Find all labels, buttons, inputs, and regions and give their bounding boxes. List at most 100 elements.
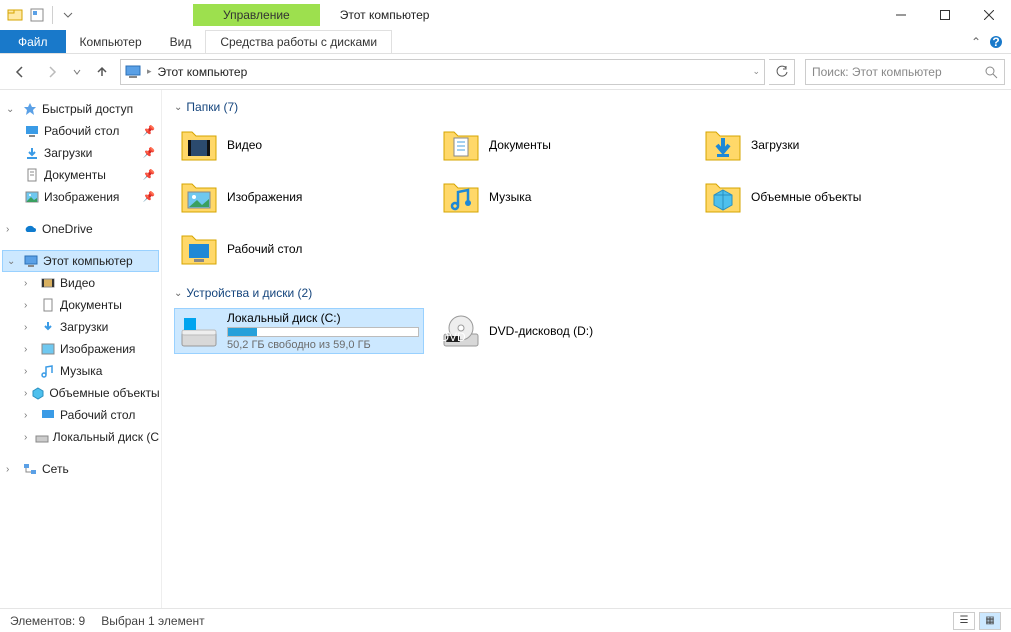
tree-pictures[interactable]: Изображения 📌	[2, 186, 159, 208]
tree-desktop2[interactable]: › Рабочий стол	[2, 404, 159, 426]
status-selected: Выбран 1 элемент	[101, 614, 204, 628]
search-icon[interactable]	[984, 65, 998, 79]
folder-videos[interactable]: Видео	[174, 122, 424, 168]
chevron-right-icon[interactable]: ›	[24, 432, 31, 443]
forward-button[interactable]	[38, 59, 66, 85]
chevron-right-icon[interactable]: ›	[24, 366, 36, 377]
ribbon-collapse-icon[interactable]: ⌃	[971, 35, 981, 49]
chevron-right-icon[interactable]: ›	[6, 224, 18, 235]
chevron-right-icon[interactable]: ›	[24, 388, 27, 399]
properties-icon[interactable]	[28, 6, 46, 24]
download-icon	[24, 145, 40, 161]
maximize-button[interactable]	[923, 0, 967, 30]
tree-label: Рабочий стол	[44, 124, 119, 138]
tab-file-label: Файл	[18, 35, 48, 49]
chevron-right-icon[interactable]: ›	[24, 322, 36, 333]
tree-documents[interactable]: Документы📌	[2, 164, 159, 186]
folder-label: Видео	[227, 138, 262, 152]
chevron-right-icon[interactable]: ›	[24, 300, 36, 311]
tab-drive-tools[interactable]: Средства работы с дисками	[205, 30, 392, 53]
pin-icon: 📌	[143, 126, 159, 137]
folder-documents[interactable]: Документы	[436, 122, 686, 168]
tree-documents2[interactable]: › Документы	[2, 294, 159, 316]
folder-videos-icon	[179, 125, 219, 165]
tab-file[interactable]: Файл	[0, 30, 66, 53]
dvd-icon: DVD	[441, 311, 481, 351]
device-local-disk[interactable]: Локальный диск (C:) 50,2 ГБ свободно из …	[174, 308, 424, 354]
tree-pictures2[interactable]: ›Изображения	[2, 338, 159, 360]
tree-music[interactable]: ›Музыка	[2, 360, 159, 382]
tree-3dobjects[interactable]: › Объемные объекты	[2, 382, 159, 404]
folder-pictures[interactable]: Изображения	[174, 174, 424, 220]
folder-desktop[interactable]: Рабочий стол	[174, 226, 424, 272]
tab-computer[interactable]: Компьютер	[66, 30, 156, 53]
folder-pictures-icon	[179, 177, 219, 217]
chevron-right-icon[interactable]: ›	[24, 344, 36, 355]
folder-label: Рабочий стол	[227, 242, 302, 256]
folder-downloads[interactable]: Загрузки	[698, 122, 948, 168]
cube-icon	[31, 385, 45, 401]
tree-quick-access[interactable]: ⌄ Быстрый доступ	[2, 98, 159, 120]
this-pc-icon	[125, 64, 141, 80]
refresh-button[interactable]	[769, 59, 795, 85]
breadcrumb[interactable]: Этот компьютер	[158, 65, 747, 79]
chevron-down-icon: ⌄	[174, 288, 182, 299]
folder-desktop-icon	[179, 229, 219, 269]
tree-label: Документы	[44, 168, 106, 182]
desktop-icon	[24, 123, 40, 139]
pin-icon: 📌	[143, 192, 159, 203]
chevron-right-icon[interactable]: ›	[6, 464, 18, 475]
minimize-button[interactable]	[879, 0, 923, 30]
navigation-bar: ▸ Этот компьютер ⌄ Поиск: Этот компьютер	[0, 54, 1011, 90]
tree-label: Документы	[60, 298, 122, 312]
help-icon[interactable]: ?	[989, 35, 1003, 49]
folder-downloads-icon	[703, 125, 743, 165]
tree-this-pc[interactable]: ⌄Этот компьютер	[2, 250, 159, 272]
folder-label: Изображения	[227, 190, 302, 204]
breadcrumb-separator-icon[interactable]: ▸	[147, 66, 152, 77]
ribbon-tabs: Файл Компьютер Вид Средства работы с дис…	[0, 30, 1011, 54]
document-icon	[40, 297, 56, 313]
tree-downloads2[interactable]: ›Загрузки	[2, 316, 159, 338]
tree-label: Быстрый доступ	[42, 102, 133, 116]
close-button[interactable]	[967, 0, 1011, 30]
tab-view[interactable]: Вид	[156, 30, 206, 53]
history-dropdown-icon[interactable]	[70, 59, 84, 85]
group-header-label: Устройства и диски (2)	[186, 286, 312, 300]
chevron-down-icon[interactable]: ⌄	[6, 104, 18, 115]
folder-music[interactable]: Музыка	[436, 174, 686, 220]
tree-label: Локальный диск (C	[53, 430, 159, 444]
tree-downloads[interactable]: Загрузки📌	[2, 142, 159, 164]
tree-videos[interactable]: ›Видео	[2, 272, 159, 294]
tree-network[interactable]: ›Сеть	[2, 458, 159, 480]
view-tiles-button[interactable]: ▦	[979, 612, 1001, 630]
folder-documents-icon	[441, 125, 481, 165]
search-box[interactable]: Поиск: Этот компьютер	[805, 59, 1005, 85]
folder-label: Объемные объекты	[751, 190, 861, 204]
address-dropdown-icon[interactable]: ⌄	[752, 66, 760, 77]
tree-desktop[interactable]: Рабочий стол 📌	[2, 120, 159, 142]
view-details-button[interactable]: ☰	[953, 612, 975, 630]
tree-label: Загрузки	[44, 146, 92, 160]
chevron-down-icon[interactable]: ⌄	[7, 256, 19, 267]
device-dvd[interactable]: DVD DVD-дисковод (D:)	[436, 308, 686, 354]
tree-label: Объемные объекты	[49, 386, 159, 400]
chevron-right-icon[interactable]: ›	[24, 278, 36, 289]
tree-onedrive[interactable]: ›OneDrive	[2, 218, 159, 240]
folder-3dobjects[interactable]: Объемные объекты	[698, 174, 948, 220]
tree-label: Изображения	[44, 190, 119, 204]
tree-label: Рабочий стол	[60, 408, 135, 422]
titlebar: Управление Этот компьютер	[0, 0, 1011, 30]
up-button[interactable]	[88, 59, 116, 85]
group-header-devices[interactable]: ⌄ Устройства и диски (2)	[174, 286, 999, 300]
chevron-right-icon[interactable]: ›	[24, 410, 36, 421]
tab-view-label: Вид	[170, 35, 192, 49]
music-icon	[40, 363, 56, 379]
qat-dropdown-icon[interactable]	[59, 6, 77, 24]
device-label: DVD-дисковод (D:)	[489, 324, 681, 338]
group-header-folders[interactable]: ⌄Папки (7)	[174, 100, 999, 114]
tab-computer-label: Компьютер	[80, 35, 142, 49]
tree-localdisk[interactable]: › Локальный диск (C	[2, 426, 159, 448]
back-button[interactable]	[6, 59, 34, 85]
address-bar[interactable]: ▸ Этот компьютер ⌄	[120, 59, 765, 85]
